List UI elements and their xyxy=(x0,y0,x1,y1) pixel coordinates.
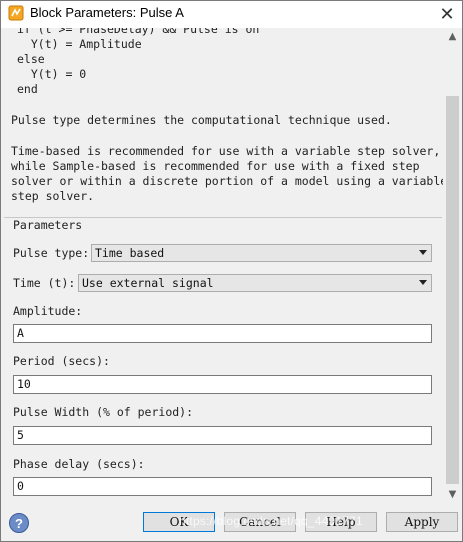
pulse-width-label: Pulse Width (% of period): xyxy=(13,405,194,419)
time-value: Use external signal xyxy=(82,276,214,290)
vertical-scrollbar[interactable]: ▲ ▼ xyxy=(444,28,461,508)
pulse-type-value: Time based xyxy=(95,246,165,260)
amplitude-value: A xyxy=(17,326,24,340)
scrollbar-thumb[interactable] xyxy=(446,96,459,484)
period-label: Period (secs): xyxy=(13,354,110,368)
simulink-app-icon xyxy=(8,5,24,21)
apply-button[interactable]: Apply xyxy=(386,512,458,532)
block-description: if (t >= PhaseDelay) && Pulse is on Y(t)… xyxy=(1,28,443,211)
description-recommendation: Time-based is recommended for use with a… xyxy=(11,144,443,203)
time-select[interactable]: Use external signal xyxy=(78,274,432,292)
period-field[interactable]: 10 xyxy=(13,375,432,394)
description-code: if (t >= PhaseDelay) && Pulse is on Y(t)… xyxy=(17,28,260,96)
phase-delay-field[interactable]: 0 xyxy=(13,477,432,496)
window-title: Block Parameters: Pulse A xyxy=(30,5,184,20)
pulse-width-field[interactable]: 5 xyxy=(13,426,432,445)
chevron-down-icon xyxy=(419,250,427,255)
pulse-type-label: Pulse type: xyxy=(13,246,90,260)
dialog-content: if (t >= PhaseDelay) && Pulse is on Y(t)… xyxy=(1,28,443,508)
watermark: https://blog.csdn.net/qq_4491771 xyxy=(179,514,363,528)
chevron-down-icon xyxy=(419,280,427,285)
amplitude-field[interactable]: A xyxy=(13,324,432,343)
help-icon[interactable]: ? xyxy=(9,513,29,533)
amplitude-label: Amplitude: xyxy=(13,304,83,318)
parameters-group-label: Parameters xyxy=(11,218,85,232)
pulse-type-select[interactable]: Time based xyxy=(91,244,432,262)
phase-delay-label: Phase delay (secs): xyxy=(13,457,145,471)
close-icon[interactable]: ✕ xyxy=(433,2,461,26)
dialog-window: Block Parameters: Pulse A ✕ if (t >= Pha… xyxy=(0,0,463,542)
time-label: Time (t): xyxy=(13,276,76,290)
phase-delay-value: 0 xyxy=(17,479,24,493)
period-value: 10 xyxy=(17,377,31,391)
description-pulse-type: Pulse type determines the computational … xyxy=(11,113,392,127)
scroll-down-icon[interactable]: ▼ xyxy=(444,486,461,503)
title-bar: Block Parameters: Pulse A ✕ xyxy=(1,1,462,28)
pulse-width-value: 5 xyxy=(17,428,24,442)
scroll-up-icon[interactable]: ▲ xyxy=(444,28,461,45)
